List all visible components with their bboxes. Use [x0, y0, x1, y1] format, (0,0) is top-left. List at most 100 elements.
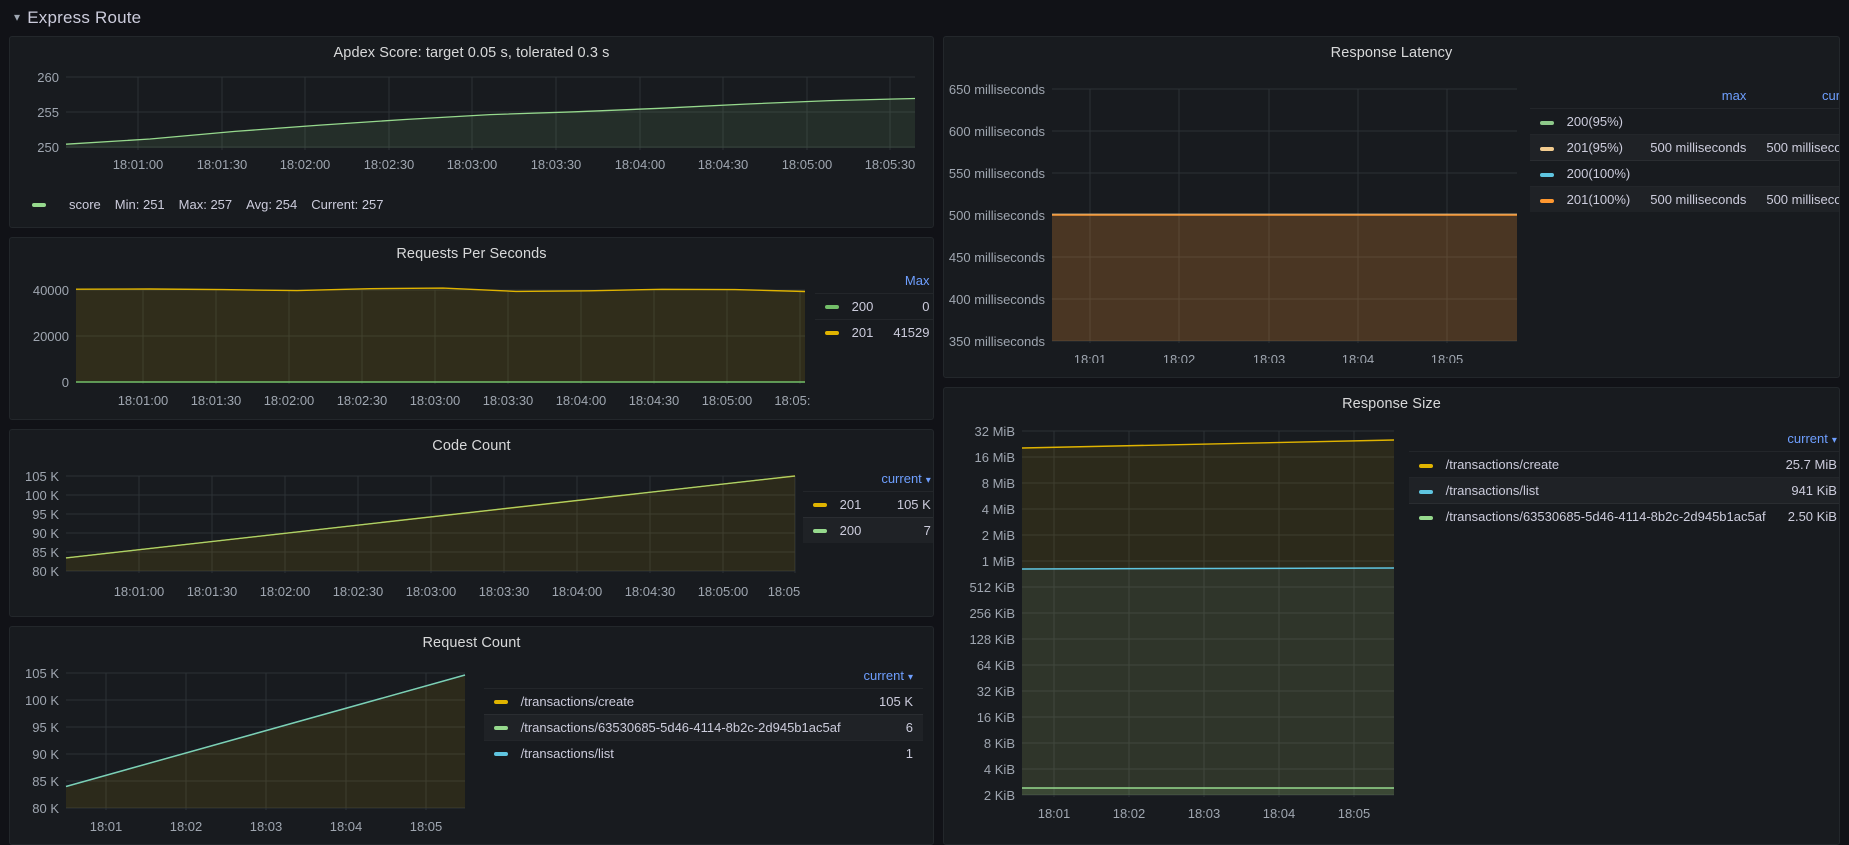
- panel-body-response-size: 32 MiB 16 MiB 8 MiB 4 MiB 2 MiB 1 MiB 51…: [944, 414, 1839, 829]
- legend-label-uuid: /transactions/63530685-5d46-4114-8b2c-2d…: [520, 719, 841, 735]
- legend-row[interactable]: /transactions/list 1: [484, 739, 923, 766]
- legend-table-response-size: current▾ /transactions/create 25.7 MiB: [1409, 428, 1839, 529]
- svg-text:18:03:30: 18:03:30: [479, 584, 530, 599]
- chart-code-count[interactable]: 105 K 100 K 95 K 90 K 85 K 80 K 18:01:00…: [10, 456, 803, 611]
- svg-text:2 MiB: 2 MiB: [982, 528, 1015, 543]
- panel-response-size: Response Size 32 MiB 16 MiB 8 MiB 4 MiB …: [943, 387, 1840, 845]
- chevron-down-icon[interactable]: ▾: [14, 10, 20, 24]
- chart-requests-per-seconds[interactable]: 40000 20000 0 18:01:00 18:01:30 18:02:00…: [10, 264, 815, 414]
- legend-requests-per-seconds[interactable]: Max 200 0 201 41529: [815, 264, 933, 414]
- svg-text:18:02:00: 18:02:00: [264, 393, 315, 408]
- svg-text:80 K: 80 K: [32, 801, 59, 816]
- chart-area-201-100: [1052, 215, 1517, 341]
- legend-row[interactable]: 201 105 K: [803, 490, 933, 518]
- legend-row[interactable]: 200(95%): [1530, 108, 1839, 135]
- legend-request-count[interactable]: current ▾ /transactions/create 105 K /tr…: [470, 653, 933, 843]
- svg-text:18:01:00: 18:01:00: [118, 393, 169, 408]
- chart-response-latency[interactable]: 650 milliseconds 600 milliseconds 550 mi…: [944, 63, 1522, 363]
- legend-row[interactable]: 200 7: [803, 516, 933, 543]
- legend-max-200-95: [1640, 108, 1757, 135]
- svg-text:250: 250: [37, 140, 59, 155]
- legend-label-200-100: 200(100%): [1566, 166, 1631, 181]
- row-header-express-route[interactable]: ▾ Express Route: [0, 0, 1849, 36]
- legend-max-201-95: 500 milliseconds: [1640, 134, 1757, 161]
- legend-row[interactable]: 200 0: [815, 292, 933, 320]
- svg-text:18:05: 18:05: [410, 819, 443, 834]
- svg-text:40000: 40000: [33, 283, 69, 298]
- chart-request-count[interactable]: 105 K 100 K 95 K 90 K 85 K 80 K 18:01 18…: [10, 653, 470, 843]
- panel-title-response-latency: Response Latency: [1330, 45, 1453, 61]
- legend-swatch-list: [494, 752, 508, 757]
- legend-header-code-count-current[interactable]: current ▾: [871, 468, 933, 492]
- svg-text:18:01:00: 18:01:00: [114, 584, 165, 599]
- svg-text:650 milliseconds: 650 milliseconds: [949, 82, 1046, 97]
- svg-text:100 K: 100 K: [25, 693, 59, 708]
- legend-row[interactable]: /transactions/create 105 K: [484, 687, 923, 715]
- legend-header-request-count-current[interactable]: current ▾: [853, 665, 923, 689]
- legend-header-latency-current[interactable]: current: [1756, 85, 1839, 109]
- svg-text:90 K: 90 K: [32, 526, 59, 541]
- panel-requests-per-seconds: Requests Per Seconds 40000 20000 0 18:01…: [9, 236, 934, 420]
- legend-row[interactable]: 200(100%): [1530, 160, 1839, 187]
- svg-text:95 K: 95 K: [32, 507, 59, 522]
- legend-row[interactable]: 201(95%) 500 milliseconds 500 millisecon…: [1530, 134, 1839, 161]
- chevron-down-icon: ▾: [1831, 435, 1837, 446]
- legend-row[interactable]: /transactions/list 941 KiB: [1409, 477, 1839, 504]
- legend-row[interactable]: 201 41529: [815, 318, 933, 345]
- legend-label-score[interactable]: score: [69, 197, 101, 212]
- legend-header-label: current: [863, 667, 904, 683]
- legend-label-200-95: 200(95%): [1566, 114, 1623, 129]
- legend-table-request-count: current ▾ /transactions/create 105 K /tr…: [484, 665, 923, 766]
- legend-header-latency-max[interactable]: max: [1640, 85, 1756, 109]
- legend-value-create: 25.7 MiB: [1775, 451, 1839, 478]
- svg-text:18:05:30: 18:05:30: [865, 157, 916, 172]
- svg-text:255: 255: [37, 105, 59, 120]
- legend-label-200: 200: [851, 298, 874, 314]
- legend-swatch-list: [1419, 489, 1433, 494]
- chevron-down-icon: ▾: [925, 474, 931, 486]
- legend-header-response-size-current[interactable]: current ▾: [1776, 428, 1839, 452]
- svg-text:18:01: 18:01: [1074, 352, 1107, 363]
- chart-svg-apdex: 260 255 250 18:01:00 18:01:30 18:02:00 1…: [37, 70, 916, 172]
- svg-text:16 MiB: 16 MiB: [975, 450, 1015, 465]
- legend-value-200: 7: [871, 516, 933, 543]
- legend-table-code-count: current ▾ 201 105 K 200 7: [803, 468, 933, 543]
- legend-row[interactable]: /transactions/63530685-5d46-4114-8b2c-2d…: [484, 713, 923, 741]
- legend-row[interactable]: /transactions/create 25.7 MiB: [1409, 451, 1839, 478]
- chart-apdex-score[interactable]: 260 255 250 18:01:00 18:01:30 18:02:00 1…: [10, 63, 933, 193]
- svg-text:128 KiB: 128 KiB: [969, 632, 1015, 647]
- legend-response-size[interactable]: current▾ /transactions/create 25.7 MiB: [1399, 414, 1839, 829]
- legend-header-rps-max[interactable]: Max: [883, 270, 933, 294]
- svg-text:18:02:30: 18:02:30: [337, 393, 388, 408]
- svg-text:18:04:00: 18:04:00: [615, 157, 666, 172]
- chart-response-size[interactable]: 32 MiB 16 MiB 8 MiB 4 MiB 2 MiB 1 MiB 51…: [944, 414, 1399, 829]
- svg-text:450 milliseconds: 450 milliseconds: [949, 250, 1046, 265]
- legend-swatch-201-100: [1540, 198, 1554, 203]
- legend-label-200: 200: [839, 522, 862, 538]
- svg-text:18:03: 18:03: [250, 819, 283, 834]
- legend-swatch-200-100: [1540, 172, 1554, 177]
- svg-text:8 MiB: 8 MiB: [982, 476, 1015, 491]
- svg-text:18:03:00: 18:03:00: [447, 157, 498, 172]
- svg-text:18:04:30: 18:04:30: [629, 393, 680, 408]
- panel-body-requests-per-seconds: 40000 20000 0 18:01:00 18:01:30 18:02:00…: [10, 264, 933, 414]
- legend-value-list: 1: [853, 739, 923, 766]
- row-title: Express Route: [27, 8, 142, 27]
- legend-apdex-score[interactable]: score Min: 251 Max: 257 Avg: 254 Current…: [10, 193, 933, 212]
- chart-area-uuid: [1022, 788, 1394, 795]
- svg-text:18:02:00: 18:02:00: [260, 584, 311, 599]
- chart-svg-response-size: 32 MiB 16 MiB 8 MiB 4 MiB 2 MiB 1 MiB 51…: [969, 424, 1395, 821]
- legend-code-count[interactable]: current ▾ 201 105 K 200 7: [803, 456, 933, 611]
- legend-response-latency[interactable]: max current 200(95%): [1522, 63, 1839, 363]
- legend-row[interactable]: 201(100%) 500 milliseconds 500 milliseco…: [1530, 186, 1839, 212]
- legend-max-201-100: 500 milliseconds: [1640, 186, 1757, 212]
- panel-body-apdex-score: 260 255 250 18:01:00 18:01:30 18:02:00 1…: [10, 63, 933, 193]
- dashboard-grid: Apdex Score: target 0.05 s, tolerated 0.…: [0, 36, 1849, 845]
- svg-text:18:01:30: 18:01:30: [197, 157, 248, 172]
- legend-table-rps: Max 200 0 201 41529: [815, 270, 933, 345]
- legend-row[interactable]: /transactions/63530685-5d46-4114-8b2c-2d…: [1409, 503, 1839, 529]
- svg-text:85 K: 85 K: [32, 774, 59, 789]
- svg-text:18:01:00: 18:01:00: [113, 157, 164, 172]
- svg-text:260: 260: [37, 70, 59, 85]
- svg-text:500 milliseconds: 500 milliseconds: [949, 208, 1046, 223]
